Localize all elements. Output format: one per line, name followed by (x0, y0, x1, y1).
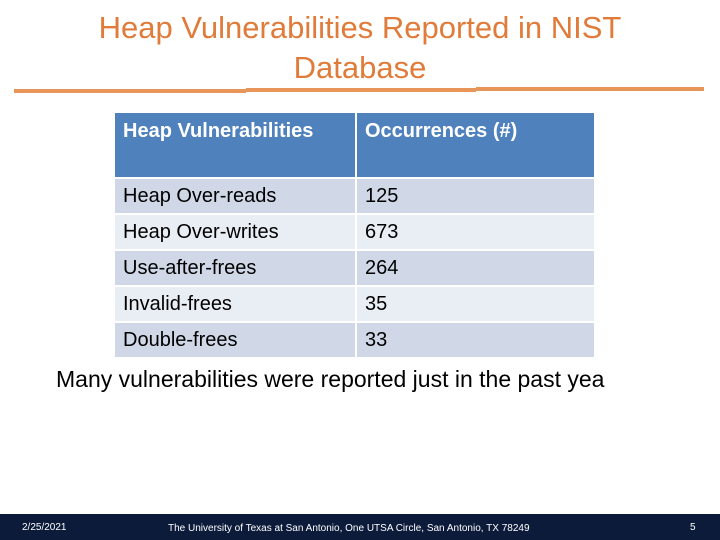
slide-caption: Many vulnerabilities were reported just … (56, 366, 605, 392)
title-underline (476, 87, 704, 91)
table-header-row: Heap Vulnerabilities Occurrences (#) (115, 113, 594, 177)
page-number: 5 (690, 522, 696, 533)
occurrence-count: 125 (357, 179, 594, 213)
table-row: Invalid-frees 35 (115, 287, 594, 321)
table-row: Heap Over-reads 125 (115, 179, 594, 213)
title-underline (246, 88, 476, 92)
table-row: Double-frees 33 (115, 323, 594, 357)
vulnerability-name: Heap Over-writes (115, 215, 355, 249)
vulnerability-name: Invalid-frees (115, 287, 355, 321)
occurrence-count: 673 (357, 215, 594, 249)
title-underline (14, 89, 246, 93)
column-header-occurrences: Occurrences (#) (357, 113, 594, 177)
table-row: Use-after-frees 264 (115, 251, 594, 285)
footer-address: The University of Texas at San Antonio, … (168, 523, 530, 534)
occurrence-count: 35 (357, 287, 594, 321)
table-row: Heap Over-writes 673 (115, 215, 594, 249)
occurrence-count: 264 (357, 251, 594, 285)
footer-date: 2/25/2021 (22, 522, 67, 533)
vulnerability-name: Use-after-frees (115, 251, 355, 285)
slide-title: Heap Vulnerabilities Reported in NIST Da… (98, 10, 622, 85)
column-header-vulnerability: Heap Vulnerabilities (115, 113, 355, 177)
vulnerability-name: Heap Over-reads (115, 179, 355, 213)
vulnerability-table: Heap Vulnerabilities Occurrences (#) Hea… (113, 111, 596, 359)
occurrence-count: 33 (357, 323, 594, 357)
vulnerability-name: Double-frees (115, 323, 355, 357)
slide-footer: 2/25/2021 The University of Texas at San… (0, 514, 720, 540)
